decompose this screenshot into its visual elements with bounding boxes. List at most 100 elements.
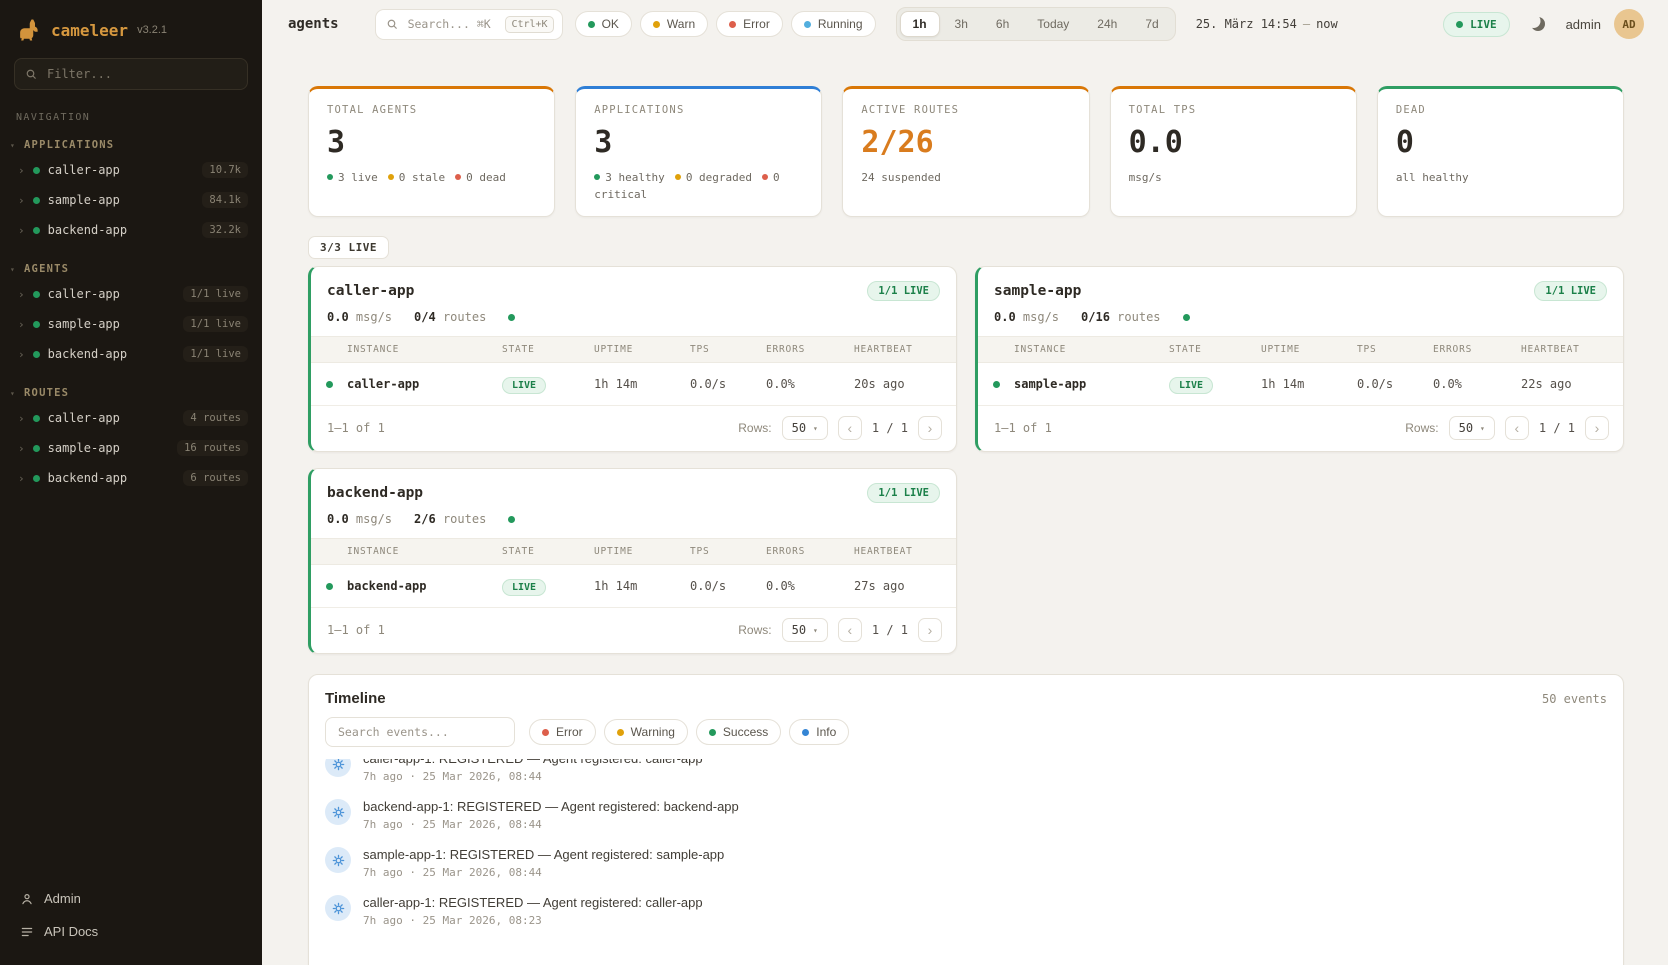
sidebar-item-admin[interactable]: Admin [10,883,252,914]
timeline-search[interactable] [325,717,515,747]
chevron-right-icon: › [18,195,25,206]
time-range-24h[interactable]: 24h [1084,11,1130,37]
status-dot [729,21,736,28]
next-page-button[interactable]: › [918,618,942,642]
rows-per-page-select[interactable]: 50▾ [782,618,828,642]
sidebar-item-api-docs[interactable]: API Docs [10,916,252,947]
timeline-event: sample-app-1: REGISTERED — Agent registe… [325,839,1607,887]
filter-chip-warning[interactable]: Warning [604,719,688,745]
status-dot [1183,314,1190,321]
sidebar-item-caller-app[interactable]: ›caller-app1/1 live [0,279,262,309]
sidebar-section: ▾AGENTS›caller-app1/1 live›sample-app1/1… [0,259,262,369]
prev-page-button[interactable]: ‹ [1505,416,1529,440]
stat-value: 3 [327,125,536,160]
stat-value: 3 [594,125,803,160]
sidebar-section-header[interactable]: ▾AGENTS [0,259,262,279]
sidebar-item-caller-app[interactable]: ›caller-app10.7k [0,155,262,185]
status-dot [33,321,40,328]
filter-chip-info[interactable]: Info [789,719,849,745]
navigation-label: NAVIGATION [0,110,262,135]
sidebar-item-sample-app[interactable]: ›sample-app84.1k [0,185,262,215]
time-range-3h[interactable]: 3h [942,11,981,37]
global-search[interactable]: Ctrl+K [375,9,563,40]
table-row[interactable]: backend-appLIVE1h 14m0.0/s0.0%27s ago [311,565,956,607]
event-title: sample-app-1: REGISTERED — Agent registe… [363,847,724,862]
column-header: STATE [502,344,594,355]
column-header: HEARTBEAT [854,546,946,557]
chevron-down-icon: ▾ [813,626,818,635]
rows-per-page-select[interactable]: 50▾ [1449,416,1495,440]
app-card-title[interactable]: backend-app [327,485,423,501]
timeline-event: caller-app-1: REGISTERED — Agent registe… [325,759,1607,791]
sidebar-item-backend-app[interactable]: ›backend-app1/1 live [0,339,262,369]
status-dot [33,351,40,358]
date-range-dash: — [1303,17,1310,31]
event-timestamp: 7h ago · 25 Mar 2026, 08:23 [363,914,703,927]
time-range-1h[interactable]: 1h [900,11,940,37]
uptime-cell: 1h 14m [594,377,690,391]
event-timestamp: 7h ago · 25 Mar 2026, 08:44 [363,866,724,879]
filter-chip-ok[interactable]: OK [575,11,632,37]
time-range-7d[interactable]: 7d [1132,11,1171,37]
table-row[interactable]: caller-appLIVE1h 14m0.0/s0.0%20s ago [311,363,956,405]
chip-label: Success [723,725,768,739]
event-title: caller-app-1: REGISTERED — Agent registe… [363,895,703,910]
rows-per-page-select[interactable]: 50▾ [782,416,828,440]
status-dot [588,21,595,28]
prev-page-button[interactable]: ‹ [838,416,862,440]
filter-chip-success[interactable]: Success [696,719,781,745]
moon-icon [1531,17,1545,31]
sidebar-item-sample-app[interactable]: ›sample-app16 routes [0,433,262,463]
sidebar-item-backend-app[interactable]: ›backend-app6 routes [0,463,262,493]
gear-icon [325,847,351,873]
uptime-cell: 1h 14m [1261,377,1357,391]
search-input[interactable] [406,16,498,32]
avatar[interactable]: AD [1614,9,1644,39]
table-row[interactable]: sample-appLIVE1h 14m0.0/s0.0%22s ago [978,363,1623,405]
live-summary-badge: 3/3 LIVE [308,236,389,259]
live-status-pill[interactable]: LIVE [1443,12,1510,37]
timeline-filters: Error Warning Success Info [309,717,1623,759]
instance-cell: caller-app [347,377,502,391]
sidebar-item-label: caller-app [48,287,120,301]
filter-chip-running[interactable]: Running [791,11,876,37]
event-timestamp: 7h ago · 25 Mar 2026, 08:44 [363,818,739,831]
sidebar-section-header[interactable]: ▾ROUTES [0,383,262,403]
sidebar-footer: Admin API Docs [0,875,262,947]
sidebar-item-label: caller-app [48,163,120,177]
column-header: UPTIME [594,546,690,557]
sidebar-section-header[interactable]: ▾APPLICATIONS [0,135,262,155]
app-card-title[interactable]: sample-app [994,283,1081,299]
timeline-event-list[interactable]: caller-app-1: REGISTERED — Agent registe… [309,759,1623,935]
filter-input[interactable] [45,66,237,82]
chevron-right-icon: › [18,413,25,424]
dark-mode-toggle[interactable] [1523,9,1553,39]
state-cell: LIVE [1169,377,1261,391]
sidebar-item-caller-app[interactable]: ›caller-app4 routes [0,403,262,433]
app-card-title[interactable]: caller-app [327,283,414,299]
sidebar-item-badge: 84.1k [202,192,248,208]
sidebar-section: ▾APPLICATIONS›caller-app10.7k›sample-app… [0,135,262,245]
status-dot [33,415,40,422]
chevron-down-icon: ▾ [10,141,16,150]
topbar: agents Ctrl+K OKWarnErrorRunning 1h3h6hT… [262,0,1668,48]
column-header: ERRORS [766,344,854,355]
time-range-6h[interactable]: 6h [983,11,1022,37]
event-title: caller-app-1: REGISTERED — Agent registe… [363,759,703,766]
next-page-button[interactable]: › [1585,416,1609,440]
sidebar-filter[interactable] [14,58,248,90]
time-range-today[interactable]: Today [1024,11,1082,37]
sidebar: cameleer v3.2.1 NAVIGATION ▾APPLICATIONS… [0,0,262,965]
prev-page-button[interactable]: ‹ [838,618,862,642]
sidebar-item-sample-app[interactable]: ›sample-app1/1 live [0,309,262,339]
filter-chip-warn[interactable]: Warn [640,11,708,37]
filter-chip-error[interactable]: Error [529,719,596,745]
column-header: UPTIME [594,344,690,355]
column-header: ERRORS [766,546,854,557]
next-page-button[interactable]: › [918,416,942,440]
sidebar-item-backend-app[interactable]: ›backend-app32.2k [0,215,262,245]
timeline-search-input[interactable] [336,724,504,740]
sidebar-item-label: backend-app [48,223,127,237]
status-dot [33,167,40,174]
filter-chip-error[interactable]: Error [716,11,783,37]
